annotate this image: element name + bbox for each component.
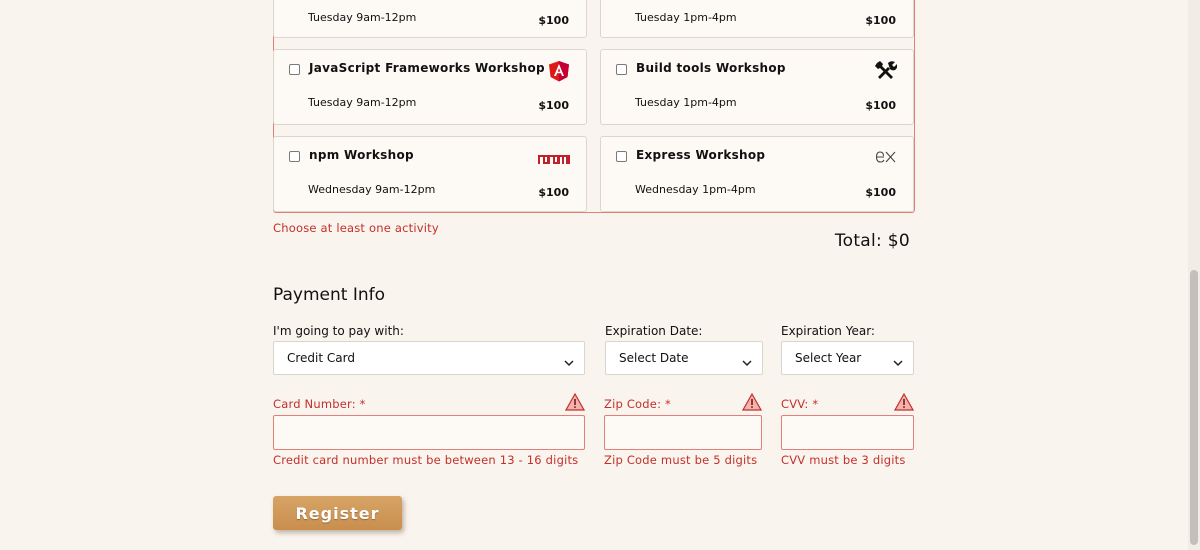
activity-card-js-frameworks[interactable]: JavaScript Frameworks Workshop Tuesday 9… [273, 49, 587, 125]
express-icon [875, 149, 897, 168]
expiration-year-select[interactable]: Select Year [781, 341, 914, 375]
chevron-down-icon [742, 353, 752, 372]
zip-code-input[interactable] [604, 415, 762, 450]
activity-name: JavaScript Frameworks Workshop [309, 61, 545, 75]
chevron-down-icon [564, 353, 574, 372]
activity-time: Tuesday 9am-12pm [308, 96, 417, 109]
tools-icon [875, 60, 898, 84]
zip-code-error: Zip Code must be 5 digits [604, 453, 758, 467]
activity-name: npm Workshop [309, 148, 414, 162]
expiration-date-label: Expiration Date: [605, 324, 703, 338]
activity-checkbox[interactable] [289, 151, 300, 162]
chevron-down-icon [893, 353, 903, 372]
activity-price: $100 [538, 99, 569, 112]
activity-card-express[interactable]: Express Workshop Wednesday 1pm-4pm $100 [600, 136, 914, 212]
activity-name: Build tools Workshop [636, 61, 786, 75]
scrollbar-thumb[interactable] [1190, 270, 1198, 545]
payment-info-heading: Payment Info [273, 285, 386, 305]
warning-icon [893, 392, 915, 415]
activity-time: Wednesday 9am-12pm [308, 183, 436, 196]
payment-method-value: Credit Card [287, 351, 355, 365]
card-number-error: Credit card number must be between 13 - … [273, 453, 579, 467]
registration-page: Tuesday 9am-12pm $100 Tuesday 1pm-4pm $1… [0, 0, 1200, 550]
activity-time: Tuesday 1pm-4pm [635, 96, 737, 109]
card-number-label: Card Number: * [273, 397, 366, 411]
activity-card[interactable]: Tuesday 9am-12pm $100 [273, 0, 587, 38]
cvv-label: CVV: * [781, 397, 819, 411]
warning-icon [741, 392, 763, 415]
activity-name: Express Workshop [636, 148, 766, 162]
expiration-date-value: Select Date [619, 351, 689, 365]
page-scrollbar[interactable] [1188, 0, 1200, 550]
activity-error-message: Choose at least one activity [273, 221, 439, 235]
activity-checkbox[interactable] [616, 64, 627, 75]
activity-price: $100 [538, 186, 569, 199]
activity-checkbox[interactable] [289, 64, 300, 75]
warning-icon [564, 392, 586, 415]
zip-code-label: Zip Code: * [604, 397, 671, 411]
activity-time: Tuesday 9am-12pm [308, 11, 417, 24]
activity-price: $100 [865, 186, 896, 199]
activity-price: $100 [865, 14, 896, 27]
register-button[interactable]: Register [273, 496, 402, 530]
total-cost: Total: $0 [834, 231, 910, 251]
expiration-year-label: Expiration Year: [781, 324, 875, 338]
activity-time: Wednesday 1pm-4pm [635, 183, 756, 196]
npm-icon [538, 151, 570, 170]
payment-method-select[interactable]: Credit Card [273, 341, 585, 375]
payment-method-label: I'm going to pay with: [273, 324, 404, 338]
activity-card-npm[interactable]: npm Workshop Wednesday 9am-12pm $100 [273, 136, 587, 212]
activities-fieldset: Tuesday 9am-12pm $100 Tuesday 1pm-4pm $1… [273, 0, 915, 213]
activity-price: $100 [865, 99, 896, 112]
angular-icon [548, 60, 570, 86]
activity-checkbox[interactable] [616, 151, 627, 162]
expiration-year-value: Select Year [795, 351, 862, 365]
activity-time: Tuesday 1pm-4pm [635, 11, 737, 24]
expiration-date-select[interactable]: Select Date [605, 341, 763, 375]
cvv-error: CVV must be 3 digits [781, 453, 906, 467]
activity-card[interactable]: Tuesday 1pm-4pm $100 [600, 0, 914, 38]
cvv-input[interactable] [781, 415, 914, 450]
activity-card-build-tools[interactable]: Build tools Workshop Tuesday 1pm-4pm $10… [600, 49, 914, 125]
card-number-input[interactable] [273, 415, 585, 450]
activity-price: $100 [538, 14, 569, 27]
